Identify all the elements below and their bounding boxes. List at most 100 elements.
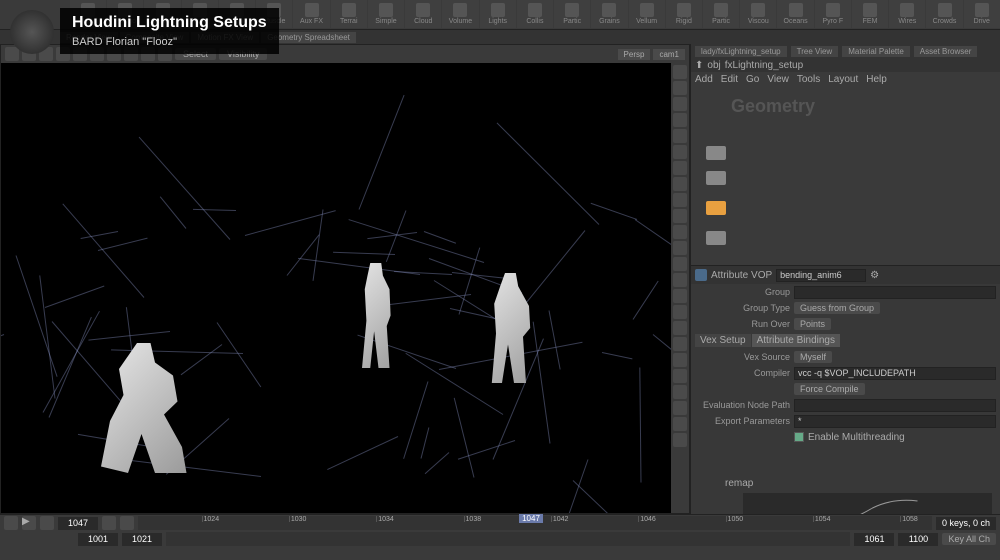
path-tab[interactable]: Asset Browser	[914, 46, 978, 57]
current-frame[interactable]: 1047	[58, 517, 98, 530]
figure-kneeling	[101, 343, 191, 473]
shelf-tool[interactable]: Lights	[480, 0, 516, 28]
display-option[interactable]	[673, 81, 687, 95]
camera-dropdown[interactable]: cam1	[653, 49, 685, 60]
node-name-input[interactable]: bending_anim6	[776, 269, 866, 282]
display-option[interactable]	[673, 321, 687, 335]
shelf-tool[interactable]: FEM	[852, 0, 888, 28]
shelf-tool[interactable]: Collis	[517, 0, 553, 28]
display-option[interactable]	[673, 417, 687, 431]
display-option[interactable]	[673, 129, 687, 143]
display-option[interactable]	[673, 289, 687, 303]
force-compile-button[interactable]: Force Compile	[794, 383, 865, 395]
display-option[interactable]	[673, 401, 687, 415]
keys-info: 0 keys, 0 ch	[936, 517, 996, 530]
shelf-tool[interactable]: Simple	[368, 0, 404, 28]
node[interactable]	[706, 146, 726, 160]
display-option[interactable]	[673, 369, 687, 383]
vp-tool[interactable]	[5, 47, 19, 61]
shelf-tool[interactable]: Volume	[442, 0, 478, 28]
path-tab[interactable]: lady/fxLightning_setup	[695, 46, 787, 57]
display-option[interactable]	[673, 193, 687, 207]
grouptype-dropdown[interactable]: Guess from Group	[794, 302, 880, 314]
avatar	[10, 10, 54, 54]
shelf-tool[interactable]: Aux FX	[293, 0, 329, 28]
path-up-icon[interactable]: ⬆	[695, 60, 703, 71]
shelf-tool[interactable]: Rigid	[666, 0, 702, 28]
display-option[interactable]	[673, 177, 687, 191]
vexsource-dropdown[interactable]: Myself	[794, 351, 832, 363]
multithread-checkbox[interactable]	[794, 432, 804, 442]
path-seg[interactable]: obj	[707, 60, 720, 71]
display-option[interactable]	[673, 161, 687, 175]
display-option[interactable]	[673, 433, 687, 447]
shelf-tool[interactable]: Pyro F	[815, 0, 851, 28]
node[interactable]	[706, 171, 726, 185]
display-option[interactable]	[673, 385, 687, 399]
compiler-input[interactable]: vcc -q $VOP_INCLUDEPATH	[794, 367, 996, 380]
shelf-tool[interactable]: Partic	[554, 0, 590, 28]
display-option[interactable]	[673, 225, 687, 239]
path-bar[interactable]: ⬆ obj fxLightning_setup	[691, 58, 1000, 72]
export-input[interactable]: *	[794, 415, 996, 428]
shelf-tool[interactable]: Partic	[703, 0, 739, 28]
shelf-tool[interactable]: Grains	[591, 0, 627, 28]
ramp-curve[interactable]	[743, 493, 992, 514]
persp-dropdown[interactable]: Persp	[618, 49, 651, 60]
prev-key-button[interactable]	[4, 516, 18, 530]
display-option[interactable]	[673, 337, 687, 351]
display-option[interactable]	[673, 65, 687, 79]
prev-frame-button[interactable]	[102, 516, 116, 530]
viewport-canvas[interactable]	[1, 63, 671, 513]
display-option[interactable]	[673, 209, 687, 223]
menu-item[interactable]: Add	[695, 74, 713, 85]
play-end[interactable]: 1061	[854, 533, 894, 546]
node[interactable]	[706, 231, 726, 245]
range-slider[interactable]	[166, 532, 850, 546]
subtab[interactable]: Attribute Bindings	[752, 334, 840, 347]
node[interactable]	[706, 201, 726, 215]
display-option[interactable]	[673, 97, 687, 111]
menu-item[interactable]: Help	[866, 74, 887, 85]
display-option[interactable]	[673, 273, 687, 287]
menu-item[interactable]: Go	[746, 74, 759, 85]
next-key-button[interactable]	[40, 516, 54, 530]
next-frame-button[interactable]	[120, 516, 134, 530]
menu-item[interactable]: View	[767, 74, 789, 85]
frame-marker[interactable]: 1047	[519, 514, 543, 523]
shelf-tool[interactable]: Wires	[889, 0, 925, 28]
path-tab[interactable]: Material Palette	[842, 46, 910, 57]
key-all-button[interactable]: Key All Ch	[942, 533, 996, 545]
play-button[interactable]: ▶	[22, 516, 36, 530]
network-view[interactable]: Geometry	[691, 86, 1000, 266]
shelf-tool[interactable]: Crowds	[926, 0, 962, 28]
range-end[interactable]: 1100	[898, 533, 938, 546]
range-start[interactable]: 1001	[78, 533, 118, 546]
network-menus: Add Edit Go View Tools Layout Help	[691, 72, 1000, 86]
play-start[interactable]: 1021	[122, 533, 162, 546]
path-tab[interactable]: Tree View	[791, 46, 839, 57]
display-option[interactable]	[673, 145, 687, 159]
gear-icon[interactable]: ⚙	[870, 270, 879, 281]
shelf-tool[interactable]: Oceans	[777, 0, 813, 28]
group-input[interactable]	[794, 286, 996, 299]
shelf-tool[interactable]: Terrai	[331, 0, 367, 28]
display-option[interactable]	[673, 353, 687, 367]
subtab[interactable]: Vex Setup	[695, 334, 751, 347]
shelf-tool[interactable]: Cloud	[405, 0, 441, 28]
display-option[interactable]	[673, 257, 687, 271]
path-seg[interactable]: fxLightning_setup	[725, 60, 803, 71]
menu-item[interactable]: Layout	[828, 74, 858, 85]
display-option[interactable]	[673, 305, 687, 319]
shelf-tool[interactable]: Vellum	[629, 0, 665, 28]
menu-item[interactable]: Tools	[797, 74, 820, 85]
display-option[interactable]	[673, 241, 687, 255]
menu-item[interactable]: Edit	[721, 74, 738, 85]
shelf-tool[interactable]: Viscou	[740, 0, 776, 28]
shelf-tool[interactable]: Drive	[964, 0, 1000, 28]
evalpath-input[interactable]	[794, 399, 996, 412]
runover-dropdown[interactable]: Points	[794, 318, 831, 330]
timeline-ruler[interactable]: 1047 10241030103410381042104610501054105…	[138, 516, 932, 530]
display-option[interactable]	[673, 113, 687, 127]
tick: 1038	[464, 516, 482, 522]
